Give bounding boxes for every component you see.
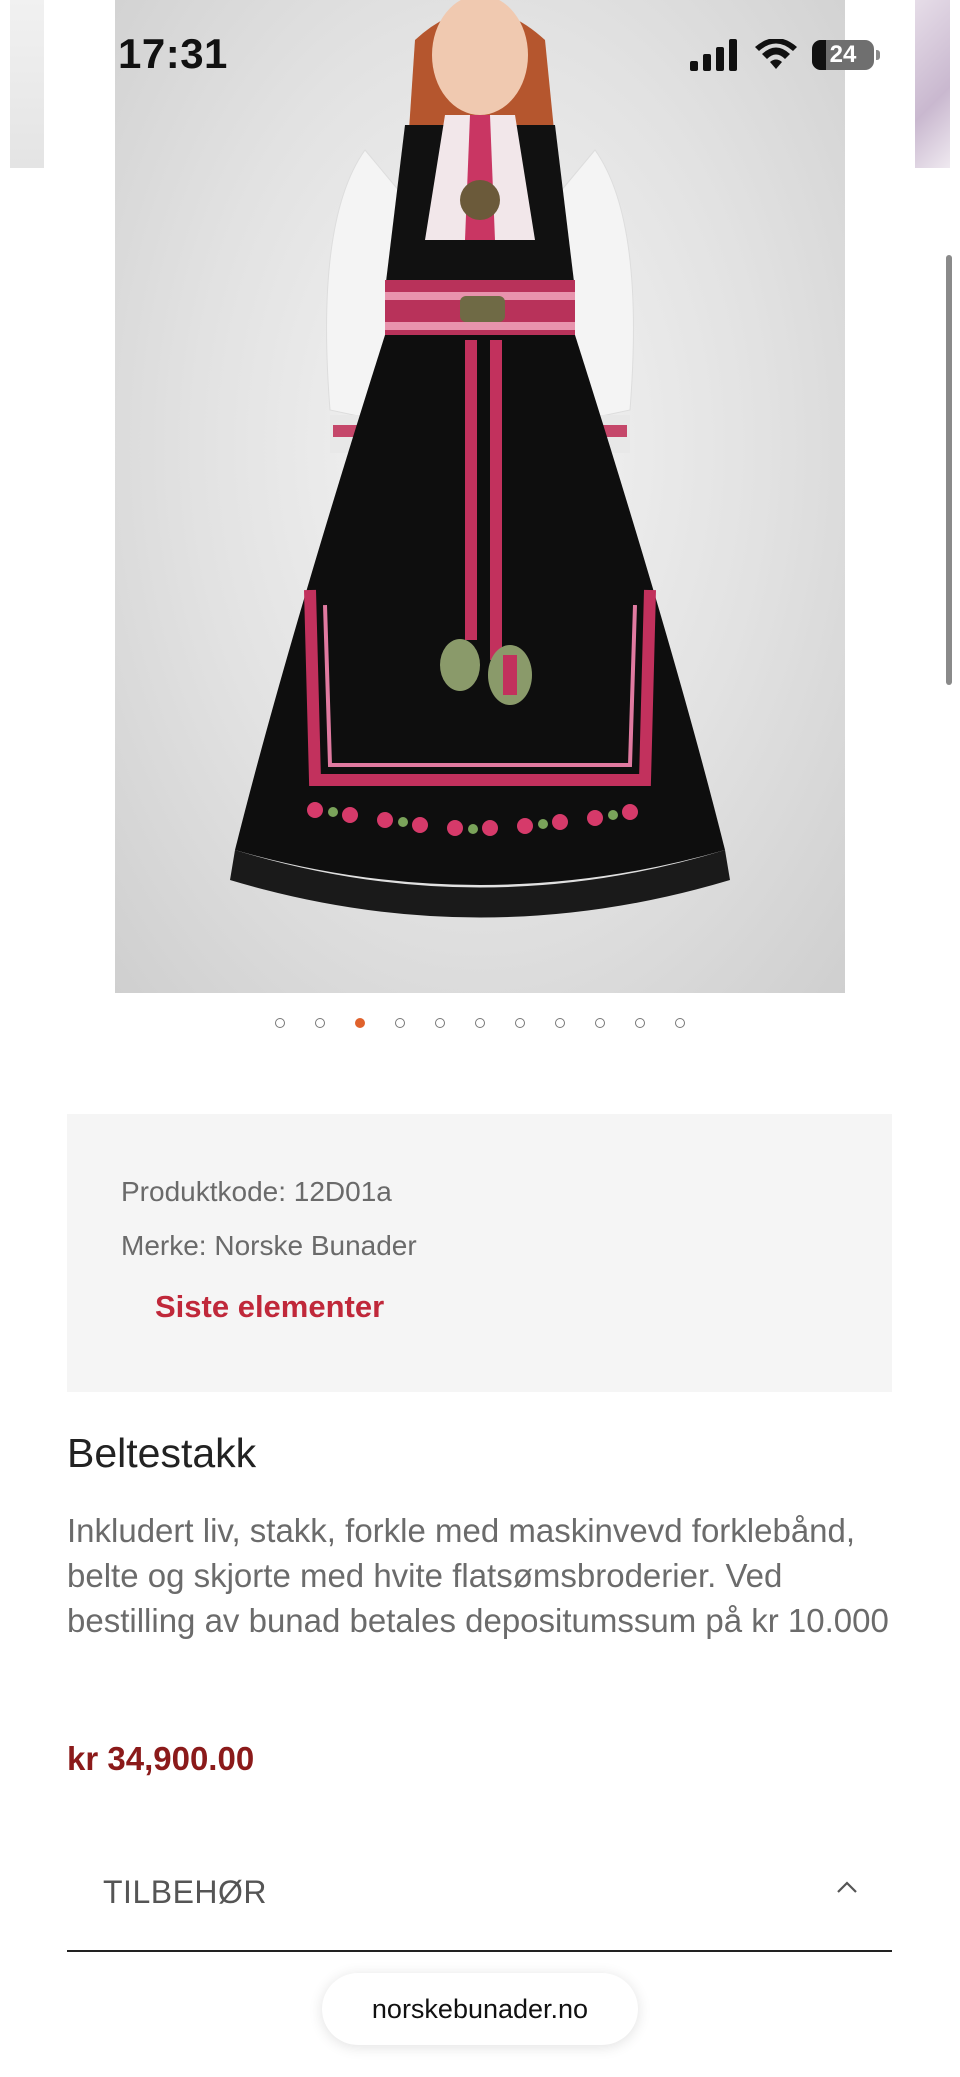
carousel-dot[interactable] xyxy=(355,1018,365,1028)
next-slide-peek[interactable] xyxy=(915,0,950,168)
previous-slide-peek[interactable] xyxy=(10,0,44,168)
carousel-dot[interactable] xyxy=(555,1018,565,1028)
product-image[interactable] xyxy=(115,0,845,993)
carousel-dot[interactable] xyxy=(395,1018,405,1028)
battery-icon: 24 xyxy=(812,40,880,70)
product-code: Produktkode: 12D01a xyxy=(121,1176,392,1207)
image-carousel[interactable]: 17:31 24 xyxy=(0,0,960,1000)
product-info-panel: Produktkode: 12D01a Merke: Norske Bunade… xyxy=(67,1114,892,1392)
product-price: kr 34,900.00 xyxy=(67,1740,255,1777)
browser-url-bar[interactable]: norskebunader.no xyxy=(322,1973,638,2045)
url-text: norskebunader.no xyxy=(371,1993,589,2024)
carousel-dot[interactable] xyxy=(315,1018,325,1028)
page-scrollbar[interactable] xyxy=(946,255,952,685)
product-description: Inkludert liv, stakk, forkle med maskinv… xyxy=(67,1512,889,1639)
status-time: 17:31 xyxy=(118,30,228,77)
carousel-dot[interactable] xyxy=(635,1018,645,1028)
chevron-up-icon[interactable] xyxy=(836,1880,858,1894)
status-icons: 24 xyxy=(690,34,880,76)
carousel-dot[interactable] xyxy=(475,1018,485,1028)
accessories-accordion[interactable]: TILBEHØR xyxy=(67,1850,892,1952)
accordion-label: TILBEHØR xyxy=(103,1874,268,1910)
product-title: Beltestakk xyxy=(67,1430,257,1476)
carousel-dot[interactable] xyxy=(595,1018,605,1028)
wifi-icon xyxy=(755,39,797,69)
carousel-dot[interactable] xyxy=(515,1018,525,1028)
stock-status: Siste elementer xyxy=(155,1289,385,1324)
battery-level: 24 xyxy=(829,41,857,68)
carousel-dot[interactable] xyxy=(435,1018,445,1028)
carousel-dot[interactable] xyxy=(675,1018,685,1028)
bunad-illustration xyxy=(230,0,730,918)
carousel-dots xyxy=(0,1018,960,1032)
carousel-dot[interactable] xyxy=(275,1018,285,1028)
signal-icon xyxy=(690,39,737,71)
product-brand: Merke: Norske Bunader xyxy=(121,1230,417,1261)
